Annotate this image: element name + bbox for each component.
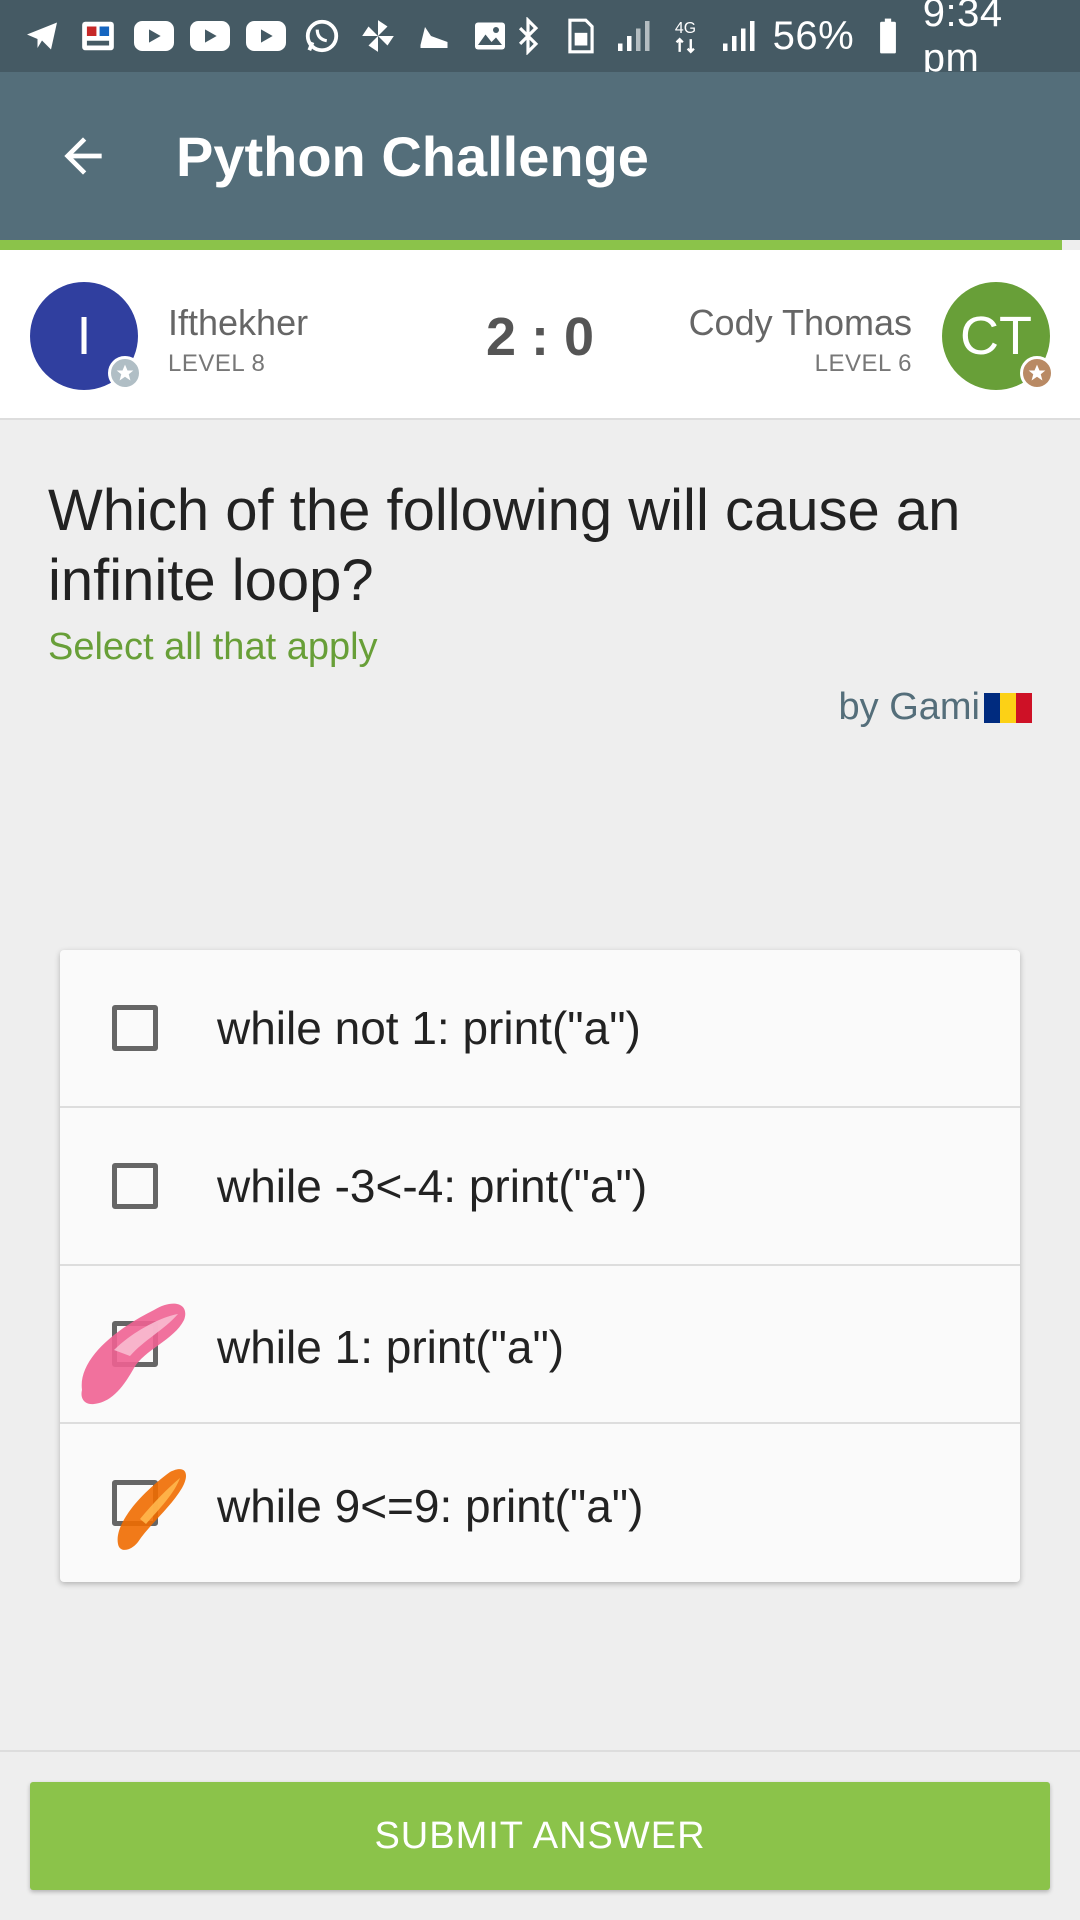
answer-option-2[interactable]: while -3<-4: print("a"): [60, 1108, 1020, 1266]
page-title: Python Challenge: [176, 124, 649, 188]
score: 2 : 0: [485, 307, 595, 367]
back-button[interactable]: [38, 111, 128, 201]
question-text: Which of the following will cause an inf…: [48, 478, 961, 613]
option-label: while 1: print("a"): [217, 1321, 565, 1373]
avatar-right[interactable]: CT: [942, 282, 1054, 390]
arrow-back-icon: [64, 137, 102, 175]
whatsapp-icon: [302, 16, 342, 56]
battery-icon: [870, 16, 907, 56]
notification-icons: [22, 16, 510, 56]
divider: [0, 1750, 1080, 1752]
status-bar: 4G 56% 9:34 pm: [0, 0, 1080, 80]
author-label: by Gami: [838, 686, 980, 728]
question-author: by Gami: [839, 686, 1032, 729]
4g-icon: 4G: [668, 16, 705, 56]
signal-icon: [720, 16, 757, 56]
avatar-initial: I: [76, 306, 92, 366]
bluetooth-icon: [510, 16, 547, 56]
star-icon: [1020, 356, 1054, 390]
tap-mark-icon: [81, 1303, 186, 1405]
svg-text:4G: 4G: [675, 20, 696, 37]
player-level-left: LEVEL 8: [168, 350, 266, 377]
system-status: 4G 56% 9:34 pm: [510, 0, 1058, 81]
submit-answer-button[interactable]: SUBMIT ANSWER: [30, 1782, 1050, 1890]
option-label: while -3<-4: print("a"): [217, 1160, 648, 1212]
answer-option-1[interactable]: while not 1: print("a"): [60, 950, 1020, 1108]
players-panel: I Ifthekher LEVEL 8 2 : 0 Cody Thomas LE…: [0, 250, 1080, 420]
youtube-icon: [134, 16, 174, 56]
star-icon: [108, 356, 142, 390]
avatar-left[interactable]: I: [30, 282, 142, 390]
app-icon: [78, 16, 118, 56]
youtube-icon: [246, 16, 286, 56]
avatar-initial: CT: [960, 306, 1032, 366]
clock: 9:34 pm: [922, 0, 1003, 80]
checkbox[interactable]: [112, 1163, 158, 1209]
image-icon: [470, 16, 510, 56]
romania-flag-icon: [984, 692, 1032, 723]
battery-percent: 56%: [772, 13, 855, 58]
pinwheel-icon: [358, 16, 398, 56]
app-bar: Python Challenge: [0, 72, 1080, 240]
question-hint: Select all that apply: [48, 626, 378, 668]
youtube-icon: [190, 16, 230, 56]
option-label: while 9<=9: print("a"): [217, 1480, 644, 1532]
progress-strip: [0, 240, 1062, 250]
option-label: while not 1: print("a"): [217, 1002, 641, 1054]
player-name-left: Ifthekher: [168, 302, 309, 343]
checkbox[interactable]: [112, 1005, 158, 1051]
player-name-right: Cody Thomas: [688, 302, 912, 343]
telegram-icon: [22, 16, 62, 56]
shoe-icon: [414, 16, 454, 56]
signal-icon: [615, 16, 652, 56]
tap-mark-icon: [117, 1469, 186, 1550]
player-level-right: LEVEL 6: [814, 350, 912, 377]
sim-icon: [563, 16, 600, 56]
